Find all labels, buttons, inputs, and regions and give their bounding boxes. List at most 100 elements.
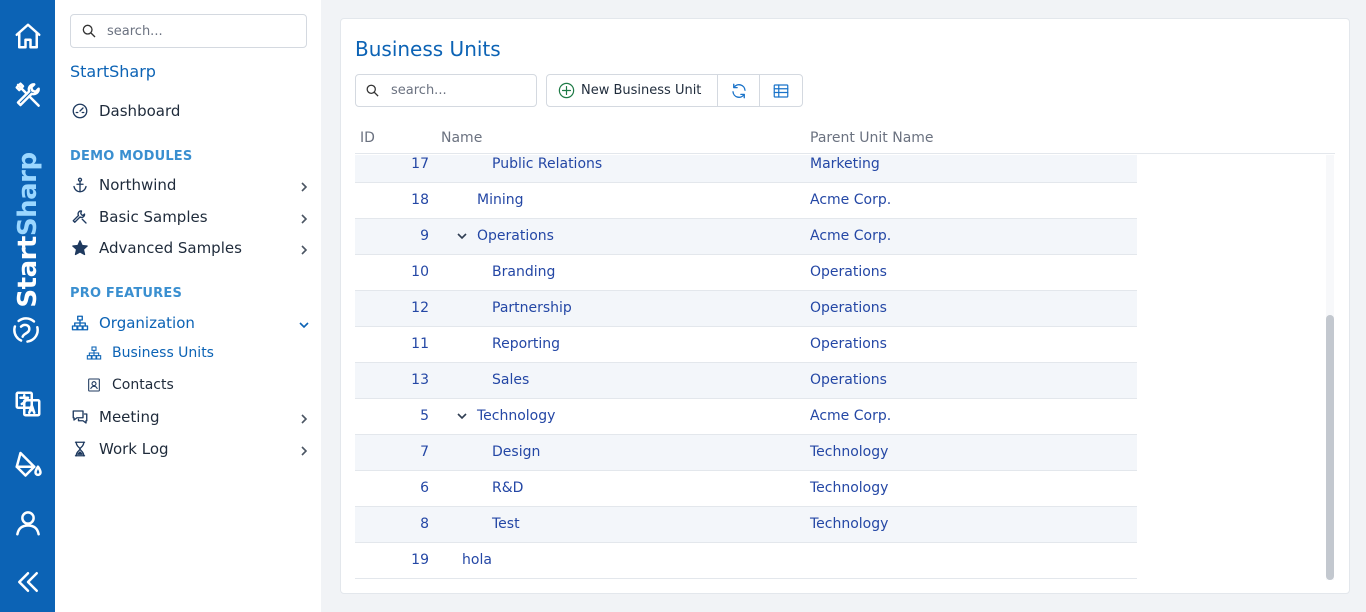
cell-id: 11 <box>411 336 429 352</box>
refresh-button[interactable] <box>718 75 760 106</box>
sidebar-item-advanced-samples[interactable]: Advanced Samples <box>70 236 310 260</box>
translate-icon[interactable] <box>12 388 44 420</box>
brand-logo: StartSharp <box>3 150 53 360</box>
column-header-id[interactable]: ID <box>360 130 375 146</box>
grid-scrollbar[interactable] <box>1326 155 1334 580</box>
sidebar-item-label: Meeting <box>99 408 160 426</box>
column-header-parent-unit-name[interactable]: Parent Unit Name <box>810 130 934 146</box>
chevron-right-icon <box>298 411 310 424</box>
cell-name[interactable]: R&D <box>492 480 523 496</box>
main-panel: Business Units search... New Business Un… <box>340 18 1350 594</box>
sidebar-search-placeholder: search... <box>107 23 163 39</box>
cell-name[interactable]: Public Relations <box>492 156 602 172</box>
cell-parent-unit-name[interactable]: Acme Corp. <box>810 228 891 244</box>
cell-parent-unit-name[interactable]: Operations <box>810 264 887 280</box>
new-business-unit-label: New Business Unit <box>581 83 702 98</box>
sidebar-item-label: Advanced Samples <box>99 239 242 257</box>
page-title: Business Units <box>355 37 501 61</box>
new-business-unit-button[interactable]: New Business Unit <box>547 75 718 106</box>
cell-id: 5 <box>420 408 429 424</box>
sidebar-item-business-units[interactable]: Business Units <box>85 342 214 364</box>
cell-id: 6 <box>420 480 429 496</box>
sidebar-item-label: Dashboard <box>99 102 181 120</box>
sidebar-item-northwind[interactable]: Northwind <box>70 173 310 197</box>
hourglass-icon <box>70 439 90 459</box>
cell-parent-unit-name[interactable]: Operations <box>810 372 887 388</box>
theme-paint-icon[interactable] <box>12 447 44 479</box>
cell-id: 8 <box>420 516 429 532</box>
expand-toggle-icon[interactable] <box>456 410 468 422</box>
section-label-demo-modules: DEMO MODULES <box>70 149 193 164</box>
cell-name[interactable]: Operations <box>477 228 554 244</box>
chevron-right-icon <box>298 443 310 456</box>
sidebar-item-meeting[interactable]: Meeting <box>70 405 310 429</box>
scrollbar-thumb[interactable] <box>1326 315 1334 580</box>
cell-name[interactable]: Mining <box>477 192 524 208</box>
cell-parent-unit-name[interactable]: Operations <box>810 336 887 352</box>
tools-icon[interactable] <box>12 79 44 111</box>
collapse-icon[interactable] <box>12 566 44 598</box>
sidebar-item-label: Contacts <box>112 377 174 393</box>
sidebar-search-input[interactable]: search... <box>70 14 307 48</box>
cell-parent-unit-name[interactable]: Technology <box>810 444 888 460</box>
sidebar-item-dashboard[interactable]: Dashboard <box>70 99 310 123</box>
cell-id: 12 <box>411 300 429 316</box>
chevron-right-icon <box>298 179 310 192</box>
refresh-icon <box>731 83 746 98</box>
table-row[interactable]: 12 Partnership Operations <box>355 291 1137 327</box>
cell-name[interactable]: hola <box>462 552 492 568</box>
grid-search-input[interactable]: search... <box>355 74 537 107</box>
anchor-icon <box>70 175 90 195</box>
chevron-down-icon <box>298 317 310 329</box>
sidebar-item-contacts[interactable]: Contacts <box>85 374 174 396</box>
cell-parent-unit-name[interactable]: Technology <box>810 516 888 532</box>
sidebar-item-work-log[interactable]: Work Log <box>70 437 310 461</box>
table-row[interactable]: 13 Sales Operations <box>355 363 1137 399</box>
cell-id: 19 <box>411 552 429 568</box>
table-row[interactable]: 18 Mining Acme Corp. <box>355 183 1137 219</box>
table-row[interactable]: 5 Technology Acme Corp. <box>355 399 1137 435</box>
cell-name[interactable]: Sales <box>492 372 529 388</box>
sidebar-item-label: Organization <box>99 314 195 332</box>
cell-id: 17 <box>411 156 429 172</box>
home-icon[interactable] <box>12 20 44 52</box>
cell-parent-unit-name[interactable]: Technology <box>810 480 888 496</box>
table-columns-icon <box>773 83 789 98</box>
sidebar-item-basic-samples[interactable]: Basic Samples <box>70 205 310 229</box>
table-row[interactable]: 17 Public Relations Marketing <box>355 155 1137 183</box>
add-circle-icon <box>558 82 575 99</box>
cell-parent-unit-name[interactable]: Marketing <box>810 156 880 172</box>
sidebar-item-label: Business Units <box>112 345 214 361</box>
icon-rail: StartSharp <box>0 0 55 612</box>
column-picker-button[interactable] <box>760 75 802 106</box>
sidebar-item-organization[interactable]: Organization <box>70 311 310 335</box>
grid-body: 17 Public Relations Marketing 18 Mining Acme … <box>355 155 1137 580</box>
brand-part-sharp: Sharp <box>13 152 43 237</box>
sidebar-item-label: Work Log <box>99 440 169 458</box>
cell-name[interactable]: Partnership <box>492 300 572 316</box>
user-icon[interactable] <box>12 507 44 539</box>
cell-parent-unit-name[interactable]: Acme Corp. <box>810 192 891 208</box>
cell-id: 13 <box>411 372 429 388</box>
sidebar: search... StartSharp Dashboard DEMO MODU… <box>55 0 321 612</box>
cell-name[interactable]: Design <box>492 444 540 460</box>
column-header-name[interactable]: Name <box>441 130 482 146</box>
expand-toggle-icon[interactable] <box>456 230 468 242</box>
table-row[interactable]: 19 hola <box>355 543 1137 579</box>
cell-name[interactable]: Branding <box>492 264 555 280</box>
table-row[interactable]: 11 Reporting Operations <box>355 327 1137 363</box>
cell-parent-unit-name[interactable]: Operations <box>810 300 887 316</box>
section-label-pro-features: PRO FEATURES <box>70 286 183 301</box>
cell-name[interactable]: Reporting <box>492 336 560 352</box>
table-row[interactable]: 6 R&D Technology <box>355 471 1137 507</box>
cell-name[interactable]: Technology <box>477 408 555 424</box>
table-row[interactable]: 8 Test Technology <box>355 507 1137 543</box>
app-title[interactable]: StartSharp <box>70 62 156 81</box>
cell-parent-unit-name[interactable]: Acme Corp. <box>810 408 891 424</box>
org-chart-icon <box>85 344 103 362</box>
cell-name[interactable]: Test <box>492 516 520 532</box>
table-row[interactable]: 9 Operations Acme Corp. <box>355 219 1137 255</box>
table-row[interactable]: 7 Design Technology <box>355 435 1137 471</box>
cell-id: 18 <box>411 192 429 208</box>
table-row[interactable]: 10 Branding Operations <box>355 255 1137 291</box>
